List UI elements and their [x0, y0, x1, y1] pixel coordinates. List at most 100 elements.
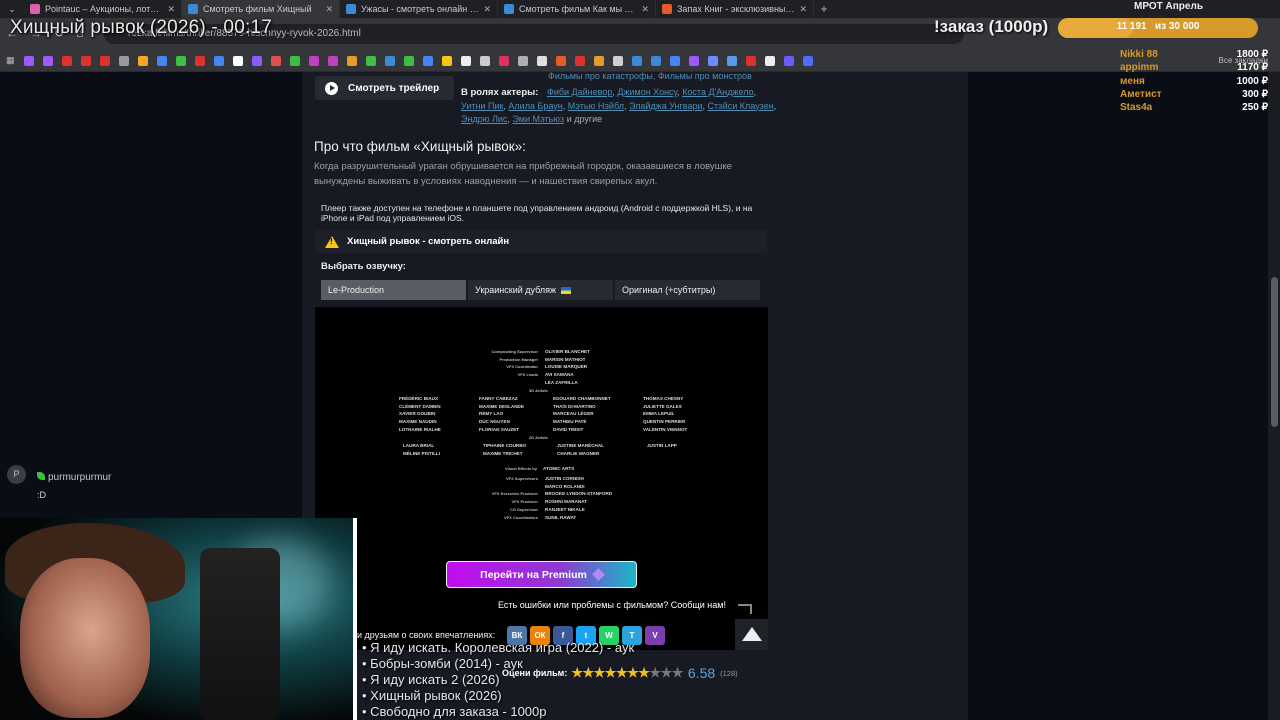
bookmark-icon[interactable]	[232, 55, 243, 66]
credit-name: OLIVIER BLANCHET	[545, 349, 590, 354]
bookmarks-bar: ▦	[0, 50, 1280, 72]
scrollbar-thumb[interactable]	[1271, 277, 1278, 427]
bookmark-icon[interactable]	[631, 55, 642, 66]
actor-link[interactable]: Стэйси Клаузен	[708, 101, 774, 111]
tab[interactable]: Смотреть фильм Хищный ✕	[182, 0, 340, 18]
bookmark-icon[interactable]	[42, 55, 53, 66]
report-link[interactable]: Есть ошибки или проблемы с фильмом? Сооб…	[498, 600, 726, 610]
tab-close-icon[interactable]: ✕	[325, 4, 333, 15]
bookmark-icon[interactable]	[156, 55, 167, 66]
bookmark-icon[interactable]	[517, 55, 528, 66]
credit-name: MÉLINE PISTILLI	[403, 450, 441, 456]
bookmark-icon[interactable]	[137, 55, 148, 66]
apps-icon[interactable]: ▦	[6, 55, 15, 66]
credit-section: 2D Artists	[529, 435, 548, 440]
bookmark-icon[interactable]	[479, 55, 490, 66]
actor-link[interactable]: Мэтью Нэйбл	[568, 101, 624, 111]
bookmark-icon[interactable]	[441, 55, 452, 66]
dub-option-le-production[interactable]: Le-Production	[321, 280, 466, 300]
bookmark-icon[interactable]	[650, 55, 661, 66]
tab-close-icon[interactable]: ✕	[483, 4, 491, 15]
share-button[interactable]: V	[645, 626, 665, 645]
tab-favicon-icon	[30, 4, 40, 14]
bookmark-icon[interactable]	[498, 55, 509, 66]
dub-option-ukrainian[interactable]: Украинский дубляж	[468, 280, 613, 300]
bookmark-icon[interactable]	[726, 55, 737, 66]
trailer-button[interactable]: Смотреть трейлер	[315, 76, 454, 100]
bookmark-icon[interactable]	[308, 55, 319, 66]
bookmark-icon[interactable]	[365, 55, 376, 66]
bookmark-icon[interactable]	[346, 55, 357, 66]
bookmark-icon[interactable]	[688, 55, 699, 66]
actor-link[interactable]: Джимон Хонсу	[617, 87, 677, 97]
bookmark-icon[interactable]	[612, 55, 623, 66]
tab-search-icon[interactable]: ⌄	[0, 0, 24, 18]
goal-target: из 30 000	[1154, 21, 1200, 32]
bookmark-icon[interactable]	[80, 55, 91, 66]
about-heading: Про что фильм «Хищный рывок»:	[314, 139, 526, 154]
star-icon[interactable]: ★	[638, 665, 650, 680]
bookmark-icon[interactable]	[327, 55, 338, 66]
bookmark-icon[interactable]	[289, 55, 300, 66]
bookmark-icon[interactable]	[251, 55, 262, 66]
bookmark-icon[interactable]	[783, 55, 794, 66]
bookmark-icon[interactable]	[61, 55, 72, 66]
actor-link[interactable]: Коста Д'Анджело	[682, 87, 753, 97]
credit-name: MAXIME TRICHET	[483, 450, 523, 456]
actors-tail: и другие	[566, 114, 603, 124]
warning-icon	[325, 235, 339, 248]
star-icon[interactable]: ★	[672, 665, 684, 680]
goal-title: МРОТ Апрель	[1134, 1, 1203, 12]
actor-link[interactable]: Уитни Пик	[461, 101, 503, 111]
scroll-up-button[interactable]	[735, 619, 768, 650]
bookmark-icon[interactable]	[707, 55, 718, 66]
tab[interactable]: Смотреть фильм Как мы поко ✕	[498, 0, 656, 18]
bookmark-icon[interactable]	[669, 55, 680, 66]
donor-amount: 300 ₽	[1242, 88, 1268, 100]
premium-button[interactable]: Перейти на Premium	[446, 561, 637, 588]
bookmark-icon[interactable]	[745, 55, 756, 66]
tab-close-icon[interactable]: ✕	[641, 4, 649, 15]
genre-links[interactable]: Фильмы про катастрофы, Фильмы про монстр…	[548, 71, 752, 81]
new-tab-button[interactable]: +	[814, 2, 834, 16]
bookmark-icon[interactable]	[574, 55, 585, 66]
tab[interactable]: Ужасы - смотреть онлайн бес ✕	[340, 0, 498, 18]
donor-name: меня	[1120, 75, 1145, 87]
bookmark-icon[interactable]	[384, 55, 395, 66]
bookmark-icon[interactable]	[555, 55, 566, 66]
bookmark-icon[interactable]	[175, 55, 186, 66]
bookmark-icon[interactable]	[118, 55, 129, 66]
tab-close-icon[interactable]: ✕	[167, 4, 175, 15]
tab-title: Смотреть фильм Хищный	[203, 4, 312, 14]
actor-link[interactable]: Фиби Дайневор	[547, 87, 612, 97]
bookmark-icon[interactable]	[802, 55, 813, 66]
tab[interactable]: Запах Книг - эксклюзивный к ✕	[656, 0, 814, 18]
bookmark-icon[interactable]	[403, 55, 414, 66]
dub-option-original[interactable]: Оригинал (+субтитры)	[615, 280, 760, 300]
bookmark-icon[interactable]	[194, 55, 205, 66]
bookmark-icon[interactable]	[764, 55, 775, 66]
actor-link[interactable]: Алила Браун	[508, 101, 562, 111]
bookmark-icon[interactable]	[422, 55, 433, 66]
actor-link[interactable]: Эндрю Лис	[461, 114, 507, 124]
page-scrollbar[interactable]	[1268, 72, 1280, 720]
actors-list: Фиби Дайневор, Джимон Хонсу, Коста Д'Анд…	[461, 87, 777, 124]
star-icon[interactable]: ★	[661, 665, 673, 680]
bookmark-icon[interactable]	[593, 55, 604, 66]
bookmark-icon[interactable]	[23, 55, 34, 66]
tab[interactable]: Pointauc – Аукционы, лотере ✕	[24, 0, 182, 18]
bookmark-icon[interactable]	[270, 55, 281, 66]
actor-link[interactable]: Эми Мэтьюз	[512, 114, 564, 124]
actor-link[interactable]: Элайджа Унгвари	[629, 101, 703, 111]
bookmark-icon[interactable]	[99, 55, 110, 66]
diamond-icon	[591, 568, 605, 581]
star-icon[interactable]: ★	[649, 665, 661, 680]
dub-label: Выбрать озвучку:	[321, 261, 406, 272]
corner-icon	[738, 604, 752, 614]
tab-close-icon[interactable]: ✕	[799, 4, 807, 15]
tab-favicon-icon	[188, 4, 198, 14]
donor-row: Stas4a 250 ₽	[1120, 101, 1268, 114]
bookmark-icon[interactable]	[213, 55, 224, 66]
bookmark-icon[interactable]	[536, 55, 547, 66]
bookmark-icon[interactable]	[460, 55, 471, 66]
